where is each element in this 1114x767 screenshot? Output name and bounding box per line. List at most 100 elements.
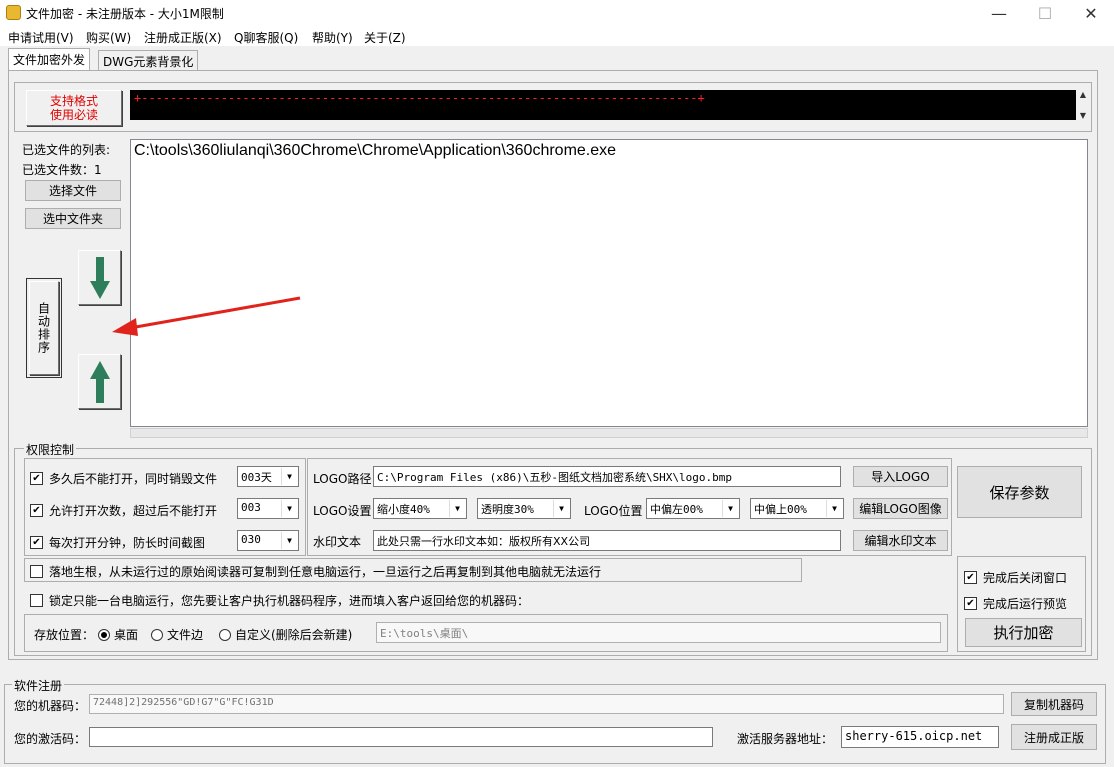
list-item[interactable]: C:\tools\360liulanqi\360Chrome\Chrome\Ap…: [134, 142, 616, 160]
chevron-down-icon: ▼: [449, 500, 465, 517]
storage-custom-label: 自定义(删除后会新建): [235, 628, 353, 642]
file-count-label: 已选文件数：1: [22, 163, 102, 177]
activation-code-label: 您的激活码：: [14, 732, 87, 746]
lock-option-label: 锁定只能一台电脑运行，您先要让客户执行机器码程序，进而填入客户返回给您的机器码：: [49, 594, 530, 608]
select-folder-button[interactable]: 选中文件夹: [25, 208, 121, 229]
lock-option-row[interactable]: 锁定只能一台电脑运行，您先要让客户执行机器码程序，进而填入客户返回给您的机器码：: [30, 592, 529, 609]
machine-code-input[interactable]: 72448]2]292556"GD!G7"G"FC!G31D: [89, 694, 1004, 714]
maximize-button[interactable]: ☐: [1022, 0, 1068, 26]
select-file-button[interactable]: 选择文件: [25, 180, 121, 201]
machine-code-label: 您的机器码：: [14, 699, 87, 713]
activation-code-input[interactable]: [89, 727, 713, 747]
chevron-down-icon: ▼: [281, 532, 297, 549]
register-button[interactable]: 注册成正版: [1011, 724, 1097, 750]
chevron-down-icon: ▼: [553, 500, 569, 517]
edit-logo-button[interactable]: 编辑LOGO图像: [853, 498, 948, 519]
minutes-select[interactable]: 030 ▼: [237, 530, 299, 551]
move-up-button[interactable]: [78, 354, 121, 409]
storage-custom-option[interactable]: 自定义(删除后会新建): [219, 626, 352, 643]
preview-after-checkbox[interactable]: ✔: [964, 597, 977, 610]
minutes-checkbox[interactable]: ✔: [30, 536, 43, 549]
minutes-value: 030: [241, 533, 261, 546]
storage-file-side-option[interactable]: 文件边: [151, 626, 203, 643]
file-list-label: 已选文件的列表:: [22, 143, 111, 157]
execute-encrypt-button[interactable]: 执行加密: [965, 618, 1082, 647]
marquee-scrollbar[interactable]: ▲ ▼: [1076, 90, 1090, 120]
expire-row[interactable]: ✔ 多久后不能打开，同时销毁文件: [30, 470, 217, 487]
expire-label: 多久后不能打开，同时销毁文件: [49, 472, 218, 486]
menu-register[interactable]: 注册成正版(X): [144, 29, 222, 46]
opacity-value: 透明度30%: [481, 503, 534, 516]
marquee-text: +---------------------------------------…: [134, 91, 705, 105]
support-format-button[interactable]: 支持格式 使用必读: [26, 90, 122, 126]
support-line2: 使用必读: [49, 108, 98, 122]
list-hscrollbar[interactable]: [130, 428, 1088, 438]
annotation-arrow-icon: [112, 296, 301, 336]
watermark-label: 水印文本: [313, 535, 362, 549]
watermark-input[interactable]: 此处只需一行水印文本如：版权所有XX公司: [373, 530, 841, 551]
storage-custom-radio[interactable]: [219, 628, 231, 641]
close-after-label: 完成后关闭窗口: [983, 571, 1068, 585]
logo-path-input[interactable]: C:\Program Files (x86)\五秒-图纸文档加密系统\SHX\l…: [373, 466, 841, 487]
logo-position-label: LOGO位置: [584, 504, 643, 518]
open-count-row[interactable]: ✔ 允许打开次数，超过后不能打开: [30, 502, 217, 519]
menu-help[interactable]: 帮助(Y): [312, 29, 353, 46]
minutes-label: 每次打开分钟，防长时间截图: [49, 536, 206, 550]
menu-purchase[interactable]: 购买(W): [86, 29, 131, 46]
support-line1: 支持格式: [49, 94, 98, 108]
auto-sort-frame: 自动排序: [26, 278, 62, 378]
expire-checkbox[interactable]: ✔: [30, 472, 43, 485]
chevron-down-icon: ▼: [722, 500, 738, 517]
server-address-input[interactable]: sherry-615.oicp.net: [841, 726, 999, 748]
storage-file-side-label: 文件边: [167, 628, 204, 642]
tab-dwg-background[interactable]: DWG元素背景化: [98, 50, 199, 71]
minutes-row[interactable]: ✔ 每次打开分钟，防长时间截图: [30, 534, 205, 551]
close-button[interactable]: ✕: [1068, 0, 1114, 26]
expire-select[interactable]: 003天 ▼: [237, 466, 299, 487]
open-count-label: 允许打开次数，超过后不能打开: [49, 504, 218, 518]
auto-sort-button[interactable]: 自动排序: [29, 281, 59, 375]
edit-watermark-button[interactable]: 编辑水印文本: [853, 530, 948, 551]
storage-label: 存放位置：: [34, 628, 95, 642]
position-h-select[interactable]: 中偏左00% ▼: [646, 498, 740, 519]
open-count-value: 003: [241, 501, 261, 514]
root-option-checkbox[interactable]: [30, 565, 43, 578]
logo-settings-label: LOGO设置: [313, 504, 372, 518]
copy-machine-code-button[interactable]: 复制机器码: [1011, 692, 1097, 716]
chevron-down-icon: ▼: [281, 468, 297, 485]
position-v-select[interactable]: 中偏上00% ▼: [750, 498, 844, 519]
storage-desktop-radio[interactable]: [98, 628, 110, 641]
scale-select[interactable]: 缩小度40% ▼: [373, 498, 467, 519]
import-logo-button[interactable]: 导入LOGO: [853, 466, 948, 487]
storage-desktop-option[interactable]: 桌面: [98, 626, 138, 643]
lock-option-checkbox[interactable]: [30, 594, 43, 607]
opacity-select[interactable]: 透明度30% ▼: [477, 498, 571, 519]
file-listbox[interactable]: C:\tools\360liulanqi\360Chrome\Chrome\Ap…: [130, 139, 1088, 427]
open-count-select[interactable]: 003 ▼: [237, 498, 299, 519]
preview-after-row[interactable]: ✔ 完成后运行预览: [964, 595, 1067, 612]
menu-qq-support[interactable]: Q聊客服(Q): [234, 29, 298, 46]
scale-value: 缩小度40%: [377, 503, 430, 516]
close-after-row[interactable]: ✔ 完成后关闭窗口: [964, 569, 1067, 586]
menu-apply-trial[interactable]: 申请试用(V): [8, 29, 74, 46]
arrow-up-icon: [89, 360, 110, 403]
open-count-checkbox[interactable]: ✔: [30, 504, 43, 517]
app-icon: [6, 5, 21, 20]
marquee-box: +---------------------------------------…: [130, 90, 1090, 120]
tab-file-encrypt[interactable]: 文件加密外发: [8, 48, 91, 71]
storage-path-input[interactable]: E:\tools\桌面\: [376, 622, 941, 643]
minimize-button[interactable]: —: [976, 0, 1022, 26]
chevron-down-icon: ▼: [826, 500, 842, 517]
chevron-down-icon: ▼: [281, 500, 297, 517]
storage-desktop-label: 桌面: [114, 628, 139, 642]
storage-file-side-radio[interactable]: [151, 628, 163, 641]
position-h-value: 中偏左00%: [650, 503, 703, 516]
save-params-button[interactable]: 保存参数: [957, 466, 1082, 518]
menu-about[interactable]: 关于(Z): [364, 29, 406, 46]
root-option-label: 落地生根，从未运行过的原始阅读器可复制到任意电脑运行，一旦运行之后再复制到其他电…: [49, 565, 602, 579]
close-after-checkbox[interactable]: ✔: [964, 571, 977, 584]
root-option-row[interactable]: 落地生根，从未运行过的原始阅读器可复制到任意电脑运行，一旦运行之后再复制到其他电…: [30, 563, 601, 580]
window-title: 文件加密 - 未注册版本 - 大小1M限制: [26, 7, 224, 21]
logo-path-label: LOGO路径: [313, 472, 372, 486]
registration-group-title: 软件注册: [12, 677, 65, 694]
